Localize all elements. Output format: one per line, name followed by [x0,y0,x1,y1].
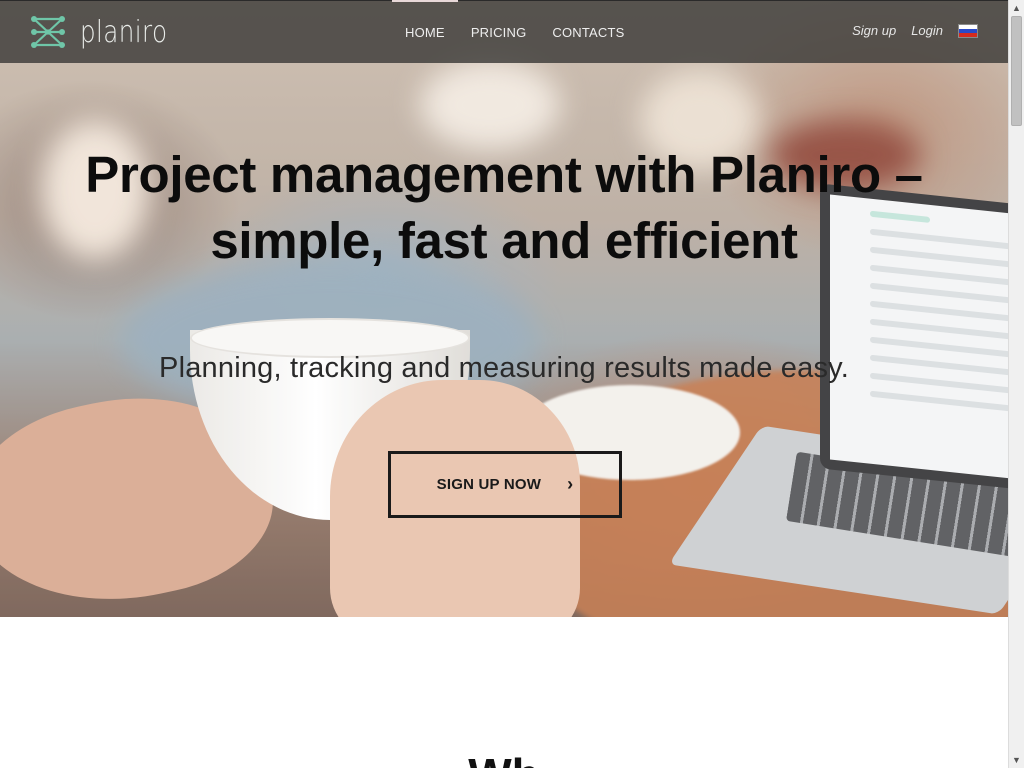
chevron-right-icon: › [567,474,574,494]
login-link[interactable]: Login [911,23,943,38]
nav-home[interactable]: HOME [392,0,458,64]
main-nav: HOME PRICING CONTACTS [392,0,638,64]
hero-title: Project management with Planiro – simple… [0,142,1008,274]
hero-title-line-1: Project management with Planiro – [85,146,923,203]
ru-flag-icon[interactable] [958,23,978,38]
section-heading: Wh [0,748,1008,768]
planiro-logo-icon [31,16,65,48]
vertical-scrollbar[interactable]: ▲ ▼ [1008,0,1024,768]
signup-now-label: SIGN UP NOW [436,476,542,493]
nav-pricing[interactable]: PRICING [458,1,540,64]
nav-contacts[interactable]: CONTACTS [539,1,637,64]
scrollbar-thumb[interactable] [1011,16,1022,126]
brand-logo-link[interactable]: planiro [30,11,187,53]
signup-now-button[interactable]: SIGN UP NOW › [388,451,622,518]
brand-name: planiro [80,14,168,50]
hero-background-image [0,0,1008,617]
signup-link[interactable]: Sign up [852,23,896,38]
auth-links: Sign up Login [837,23,978,38]
hero-subtitle: Planning, tracking and measuring results… [159,352,849,384]
scroll-up-arrow-icon[interactable]: ▲ [1009,0,1024,16]
top-navbar: planiro HOME PRICING CONTACTS Sign up Lo… [0,0,1008,63]
scroll-down-arrow-icon[interactable]: ▼ [1009,752,1024,768]
page: planiro HOME PRICING CONTACTS Sign up Lo… [0,0,1008,768]
hero-title-line-2: simple, fast and efficient [210,212,798,269]
